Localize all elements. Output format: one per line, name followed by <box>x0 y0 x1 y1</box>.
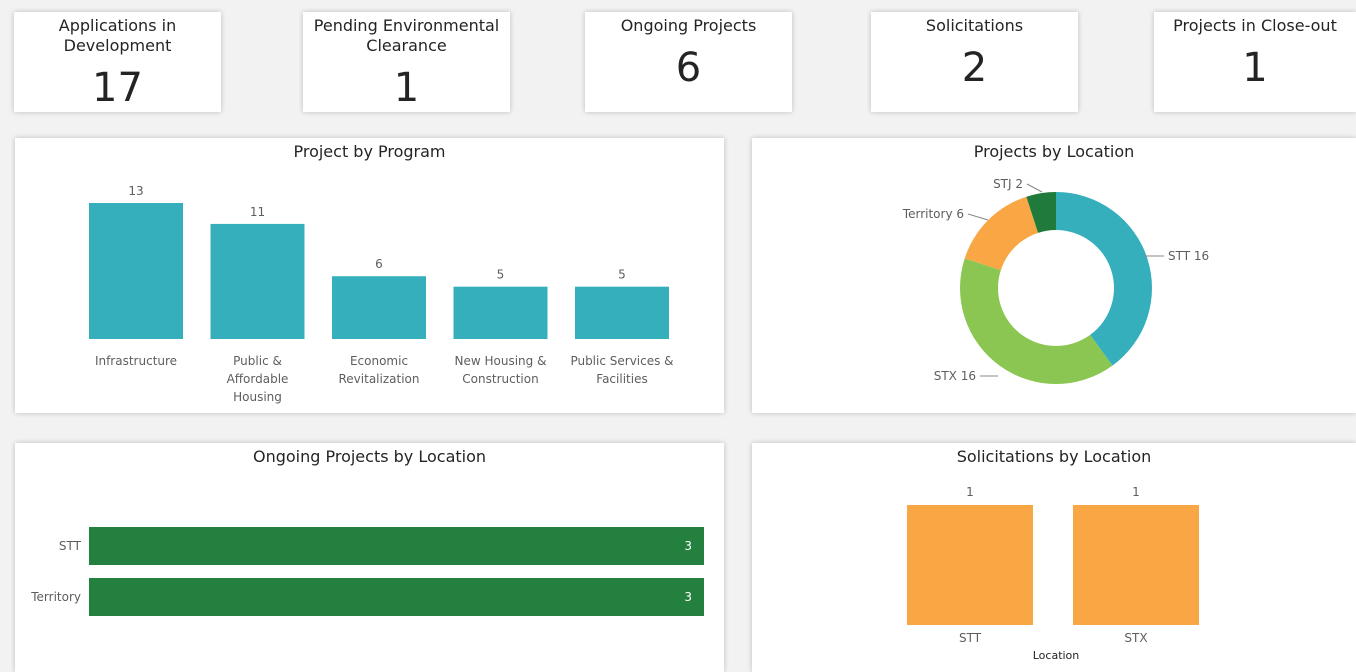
program-bar <box>332 276 426 339</box>
program-category-label: Infrastructure <box>95 354 177 368</box>
solicitation-x-axis-title: Location <box>1033 649 1080 662</box>
program-bar-chart: 13 Infrastructure 11 Public & Affordable Hous… <box>89 184 674 404</box>
panel-project-by-program: Project by Program 13 Infrastructure 11 Pub… <box>15 138 724 413</box>
kpi-card-pending-clearance[interactable]: Pending Environmental Clearance 1 <box>303 12 510 112</box>
kpi-value: 2 <box>961 45 988 91</box>
ongoing-hbar-chart: 3 STT 3 Territory <box>30 527 704 616</box>
kpi-value: 1 <box>393 65 420 111</box>
panel-solicitations-by-location: Solicitations by Location 1 STT 1 STX Locati… <box>752 443 1356 672</box>
kpi-card-applications[interactable]: Applications in Development 17 <box>14 12 221 112</box>
ongoing-bar <box>89 578 704 616</box>
location-donut-chart: STT 16 STX 16 Territory 6 STJ 2 <box>902 177 1209 385</box>
program-category-label: New Housing & Construction <box>455 354 547 386</box>
donut-slice <box>1056 192 1152 366</box>
program-category-label: Public & Affordable Housing <box>227 354 289 404</box>
solicitation-data-label: 1 <box>966 485 974 499</box>
donut-slice-label: Territory 6 <box>902 207 964 221</box>
solicitation-bar <box>1073 505 1199 625</box>
kpi-title: Ongoing Projects <box>620 16 757 35</box>
program-bar <box>453 286 548 339</box>
panel-projects-by-location: Projects by Location STT 16 STX 16 Territo… <box>752 138 1356 413</box>
solicitations-bar-chart: 1 STT 1 STX Location <box>907 485 1199 662</box>
solicitation-bar <box>907 505 1033 625</box>
program-data-label: 5 <box>618 268 626 282</box>
kpi-value: 6 <box>675 45 702 91</box>
donut-leader-line <box>1026 183 1043 193</box>
kpi-title: Projects in Close-out <box>1173 16 1337 35</box>
program-bar <box>89 203 183 339</box>
kpi-title: Solicitations <box>925 16 1024 35</box>
program-data-label: 5 <box>497 268 505 282</box>
donut-slice <box>960 258 1113 385</box>
ongoing-bar <box>89 527 704 565</box>
kpi-value: 17 <box>92 65 143 111</box>
program-data-label: 11 <box>250 205 265 219</box>
kpi-title: Applications in Development <box>58 16 177 55</box>
solicitation-category-label: STX <box>1124 631 1147 645</box>
program-bar <box>210 223 305 339</box>
program-category-label: Public Services & Facilities <box>570 354 673 386</box>
solicitation-data-label: 1 <box>1132 485 1140 499</box>
donut-slice-label: STJ 2 <box>993 177 1023 191</box>
ongoing-category-label: Territory <box>30 590 81 604</box>
program-category-label: Economic Revitalization <box>339 354 420 386</box>
donut-leader-line <box>967 213 989 221</box>
panel-ongoing-by-location: Ongoing Projects by Location 3 STT 3 Territ… <box>15 443 724 672</box>
donut-slice <box>964 196 1039 271</box>
ongoing-data-label: 3 <box>684 539 692 553</box>
donut-slice-label: STX 16 <box>934 369 976 383</box>
kpi-value: 1 <box>1242 45 1268 91</box>
kpi-card-ongoing-projects[interactable]: Ongoing Projects 6 <box>585 12 792 112</box>
program-data-label: 6 <box>375 257 383 271</box>
ongoing-category-label: STT <box>59 539 82 553</box>
program-bar <box>575 286 669 339</box>
solicitation-category-label: STT <box>959 631 982 645</box>
kpi-card-solicitations[interactable]: Solicitations 2 <box>871 12 1078 112</box>
kpi-card-close-out[interactable]: Projects in Close-out 1 <box>1154 12 1356 112</box>
program-data-label: 13 <box>128 184 143 198</box>
ongoing-data-label: 3 <box>684 590 692 604</box>
donut-slice-label: STT 16 <box>1168 249 1209 263</box>
kpi-title: Pending Environmental Clearance <box>313 16 500 55</box>
